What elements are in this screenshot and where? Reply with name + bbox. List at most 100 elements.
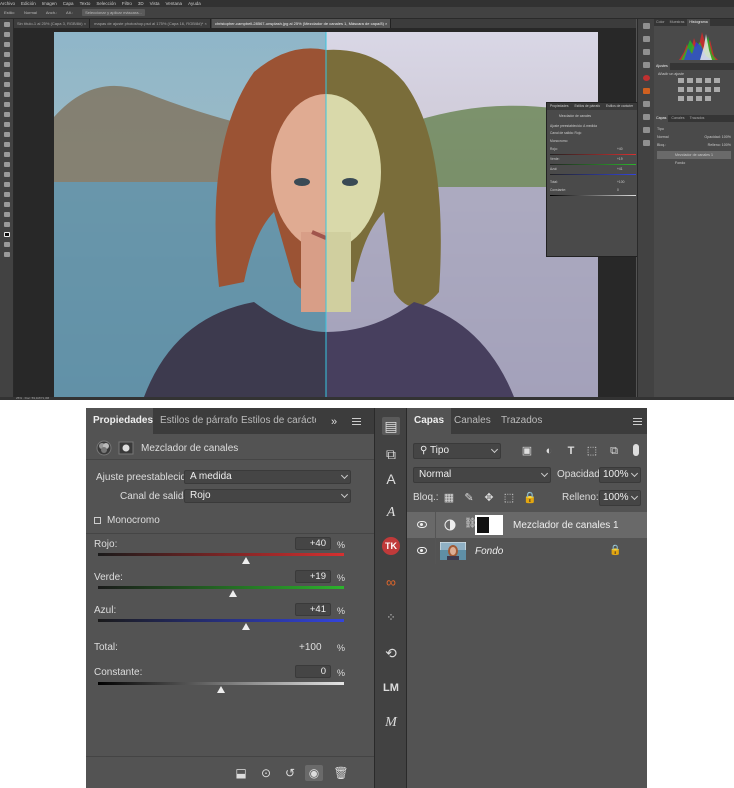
strip-m-icon[interactable]	[642, 140, 650, 146]
eye-icon[interactable]	[417, 521, 427, 528]
path-select-tool-icon[interactable]	[3, 182, 10, 187]
strip-adjust-icon[interactable]	[642, 36, 650, 42]
mini-blend[interactable]: Normal	[657, 133, 669, 141]
reset-adjustments-icon[interactable]: ↺	[281, 765, 299, 781]
brush-tool-icon[interactable]	[3, 92, 10, 97]
tab-channels[interactable]: Canales	[447, 408, 498, 434]
strip-lm-icon[interactable]	[642, 127, 650, 133]
constant-slider-track[interactable]	[98, 682, 344, 685]
constant-slider-thumb[interactable]	[217, 686, 225, 693]
tab-swatches[interactable]: Muestras	[668, 19, 687, 26]
mini-opacity[interactable]: Opacidad: 100%	[704, 133, 731, 141]
strip-history-icon[interactable]	[642, 114, 650, 120]
menu-item-6[interactable]: Filtro	[122, 1, 132, 6]
lock-position-icon[interactable]: ✥	[483, 492, 495, 504]
select-and-mask-button[interactable]: Seleccionar y aplicar máscara...	[82, 9, 145, 16]
strip-character-icon[interactable]	[642, 49, 650, 55]
screen-mode-icon[interactable]	[3, 252, 10, 257]
collapse-chevrons-icon[interactable]: »	[331, 416, 337, 428]
mini-layer-row-2[interactable]: Fondo	[657, 159, 731, 167]
menu-item-4[interactable]: Texto	[80, 1, 91, 6]
menu-item-7[interactable]: 3D	[138, 1, 144, 6]
filter-kind-dropdown[interactable]: ⚲ Tipo	[413, 443, 501, 459]
move-tool-icon[interactable]	[3, 22, 10, 27]
tab-paths[interactable]: Trazados	[494, 408, 549, 434]
menu-item-2[interactable]: Imagen	[42, 1, 57, 6]
layer-mask-icon[interactable]	[118, 440, 134, 456]
tk-plugin-icon[interactable]: TK	[382, 537, 400, 555]
gradient-tool-icon[interactable]	[3, 132, 10, 137]
floating-green-slider[interactable]	[550, 164, 636, 165]
glyphs-icon[interactable]: A	[382, 504, 400, 522]
floating-blue-slider[interactable]	[550, 174, 636, 175]
toggle-visibility-icon[interactable]: ◉	[305, 765, 323, 781]
lock-artboard-icon[interactable]: ⬚	[503, 492, 515, 504]
lasso-tool-icon[interactable]	[3, 42, 10, 47]
clip-to-layer-icon[interactable]: ⬓	[232, 765, 250, 781]
mini-tab-paths[interactable]: Trazados	[688, 115, 707, 122]
character-icon[interactable]: A	[382, 470, 400, 488]
option-style-value[interactable]: Normal	[24, 10, 37, 15]
infinity-plugin-icon[interactable]: ∞	[382, 573, 400, 591]
green-value-field[interactable]: +19	[295, 570, 331, 583]
monochrome-checkbox[interactable]	[94, 517, 101, 524]
m-plugin-icon[interactable]: M	[382, 714, 400, 732]
doc-tab-3[interactable]: christopher-campbell-28567-unsplash.jpg …	[211, 19, 392, 28]
strip-brush-icon[interactable]	[642, 101, 650, 107]
blue-value-field[interactable]: +41	[295, 603, 331, 616]
red-value-field[interactable]: +40	[295, 537, 331, 550]
preset-dropdown[interactable]: A medida	[184, 470, 351, 484]
strip-info-icon[interactable]	[642, 23, 650, 29]
floating-red-value[interactable]: +40	[617, 147, 623, 151]
lock-image-icon[interactable]: ✎	[463, 492, 475, 504]
opacity-field[interactable]: 100%	[599, 467, 641, 483]
tab-layers[interactable]: Capas	[407, 408, 452, 434]
mini-filter[interactable]: Tipo	[657, 125, 731, 133]
floating-constant-value[interactable]: 0	[617, 188, 619, 192]
menu-item-5[interactable]: Selección	[96, 1, 116, 6]
filter-type-icon[interactable]: T	[565, 445, 577, 457]
healing-tool-icon[interactable]	[3, 82, 10, 87]
quick-select-tool-icon[interactable]	[3, 52, 10, 57]
menu-item-1[interactable]: Edición	[21, 1, 36, 6]
doc-tab-1[interactable]: Sin título-1 al 25% (Capa 3, RGB/8#) ×	[14, 19, 91, 28]
menu-item-10[interactable]: Ayuda	[188, 1, 201, 6]
doc-tab-2[interactable]: mapas de ajuste photoshop.psd al 175% (C…	[91, 19, 211, 28]
panel-menu-icon[interactable]	[352, 418, 361, 425]
mini-tab-layers[interactable]: Capas	[654, 115, 669, 122]
red-slider-thumb[interactable]	[241, 557, 250, 564]
menu-item-3[interactable]: Capa	[63, 1, 74, 6]
fill-field[interactable]: 100%	[599, 490, 641, 506]
menu-item-9[interactable]: Ventana	[166, 1, 183, 6]
layer-row-channel-mixer[interactable]: ⛓ Mezclador de canales 1	[407, 512, 647, 538]
menu-item-0[interactable]: Archivo	[0, 1, 15, 6]
filter-smart-object-icon[interactable]: ⧉	[608, 445, 620, 457]
floating-preset-row[interactable]: Ajuste preestablecido: A medida	[550, 124, 597, 128]
adjustment-icons[interactable]	[658, 76, 728, 106]
eyedropper-tool-icon[interactable]	[3, 72, 10, 77]
lm-plugin-icon[interactable]: LM	[382, 679, 400, 697]
layer-comps-icon[interactable]: ▤	[382, 417, 400, 435]
layer-mask-thumbnail[interactable]	[475, 515, 503, 535]
floating-output-row[interactable]: Canal de salida: Rojo	[550, 131, 581, 135]
mini-layer-row-1[interactable]: Mezclador de canales 1	[657, 151, 731, 159]
tab-adjustments[interactable]: Ajustes	[654, 63, 670, 70]
filter-pixel-icon[interactable]: ▣	[521, 445, 533, 457]
blur-tool-icon[interactable]	[3, 142, 10, 147]
floating-tab-character[interactable]: Estilos de carácter	[606, 104, 633, 108]
lock-all-icon[interactable]: 🔒	[523, 492, 537, 504]
eraser-tool-icon[interactable]	[3, 122, 10, 127]
zoom-tool-icon[interactable]	[3, 212, 10, 217]
floating-monochrome[interactable]: Monocromo	[550, 139, 567, 143]
eye-icon[interactable]	[417, 547, 427, 554]
layer-name[interactable]: Mezclador de canales 1	[513, 520, 619, 531]
layers-menu-icon[interactable]	[633, 418, 642, 425]
blue-slider-track[interactable]	[98, 619, 344, 622]
filter-shape-icon[interactable]: ⬚	[586, 445, 598, 457]
tab-properties[interactable]: Propiedades	[86, 408, 153, 434]
tab-histogram[interactable]: Histograma	[687, 19, 710, 26]
filter-adjustment-icon[interactable]: ◐	[543, 445, 555, 457]
shape-tool-icon[interactable]	[3, 192, 10, 197]
dodge-tool-icon[interactable]	[3, 152, 10, 157]
tab-color[interactable]: Color	[654, 19, 667, 26]
